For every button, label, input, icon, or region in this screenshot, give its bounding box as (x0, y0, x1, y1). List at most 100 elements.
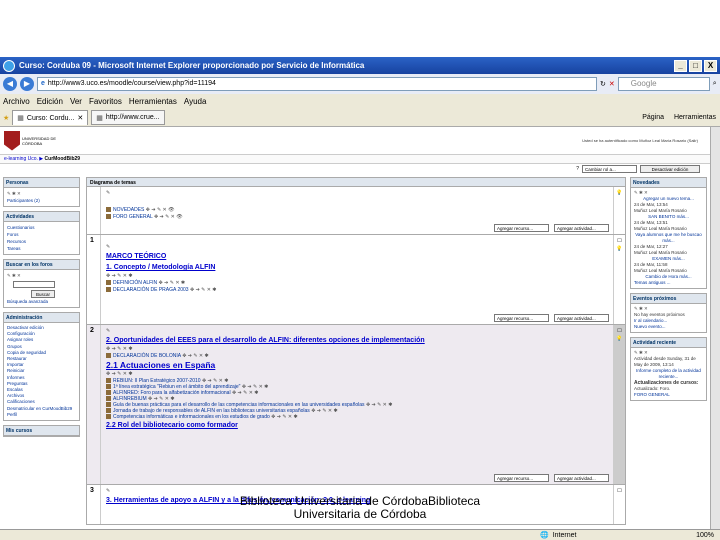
post-link[interactable]: Vaya alumnos que me he buscao más... (634, 232, 703, 244)
block-title: Actividad reciente (631, 338, 706, 348)
menu-herramientas[interactable]: Herramientas (129, 97, 177, 106)
admin-item[interactable]: Perfil (7, 412, 76, 418)
link-recursos[interactable]: Recursos (7, 238, 76, 245)
current-topic-icon[interactable]: ☐ (617, 328, 621, 334)
forum-link[interactable]: FORO GENERAL (634, 392, 703, 398)
forum-icon (106, 214, 111, 220)
older-topics-link[interactable]: Temas antiguos ... (634, 280, 703, 286)
breadcrumb-current: CurMoodBib29 (44, 156, 81, 162)
section-heading: 2. Oportunidades del EEES para el desarr… (106, 337, 425, 344)
menu-ayuda[interactable]: Ayuda (184, 97, 207, 106)
full-report-link[interactable]: Informe completo de la actividad recient… (634, 368, 703, 380)
window-title: Curso: Corduba 09 - Microsoft Internet E… (19, 61, 365, 70)
add-activity-select[interactable]: Agregar actividad... (554, 314, 609, 322)
section-subheading: 2.1 Actuaciones en España (106, 360, 216, 370)
new-event-link[interactable]: Nuevo evento... (634, 324, 703, 330)
logo-text: UNIVERSIDAD DE CÓRDOBA (22, 135, 57, 146)
tabs-bar: ★ ▦ Curso: Cordu... ✕ ▦ http://www.crue... … (0, 109, 720, 127)
block-novedades: Novedades ✎ ✱ ✕ Agregar un nuevo tema...… (630, 177, 707, 289)
admin-item[interactable]: Desmatricular en CurMoodBib29 (7, 406, 76, 412)
resource-link[interactable]: DEFINICIÓN ALFIN (113, 280, 157, 286)
section-number: 2 (87, 325, 101, 484)
close-button[interactable]: X (704, 59, 717, 72)
add-activity-select[interactable]: Agregar actividad... (554, 224, 609, 232)
url-input[interactable]: e http://www3.uco.es/moodle/course/view.p… (37, 77, 597, 91)
add-activity-select[interactable]: Agregar actividad... (554, 474, 609, 482)
menu-favoritos[interactable]: Favoritos (89, 97, 122, 106)
slide-top-margin (0, 0, 720, 57)
page-content: UNIVERSIDAD DE CÓRDOBA Usted se ha auten… (0, 127, 710, 529)
favorites-star-icon[interactable]: ★ (3, 114, 9, 122)
maximize-button[interactable]: □ (689, 59, 702, 72)
section-number: 3 (87, 485, 101, 524)
search-icon[interactable]: ⌕ (713, 80, 717, 88)
menu-bar: Archivo Edición Ver Favoritos Herramient… (0, 94, 720, 109)
tab-curso[interactable]: ▦ Curso: Cordu... ✕ (12, 110, 89, 125)
tab-close-icon[interactable]: ✕ (77, 114, 83, 122)
lightbulb-icon[interactable]: 💡 (616, 336, 622, 342)
breadcrumb-root[interactable]: e-learning Uco. (4, 156, 38, 162)
status-bar: 🌐 Internet 100% (0, 529, 720, 540)
add-resource-select[interactable]: Agregar recurso... (494, 224, 549, 232)
add-resource-select[interactable]: Agregar recurso... (494, 474, 549, 482)
edit-icon[interactable]: ✎ (106, 190, 608, 197)
forward-arrow-icon[interactable]: ▶ (20, 77, 34, 91)
block-buscar: Buscar en los foros ✎ ✱ ✕ Buscar Búsqued… (3, 259, 80, 308)
block-edit-icons[interactable]: ✎ ✱ ✕ (7, 272, 76, 279)
address-bar: ◀ ▶ e http://www3.uco.es/moodle/course/vi… (0, 74, 720, 94)
zoom-level[interactable]: 100% (696, 532, 720, 539)
menu-ver[interactable]: Ver (70, 97, 82, 106)
add-resource-select[interactable]: Agregar recurso... (494, 314, 549, 322)
block-personas: Personas ✎ ✱ ✕ Participantes (2) (3, 177, 80, 207)
section-heading: MARCO TEÓRICO (106, 253, 167, 260)
resource-link[interactable]: DECLARACIÓN DE PRAGA 2003 (113, 287, 189, 293)
topics-header: Diagrama de temas (86, 177, 626, 187)
resource-link[interactable]: NOVEDADES (113, 207, 144, 213)
vertical-scrollbar[interactable] (710, 127, 720, 529)
block-administracion: Administración Desactivar edición Config… (3, 312, 80, 422)
page-menu[interactable]: Página (642, 114, 664, 121)
university-logo-icon (4, 130, 20, 151)
login-info: Usted se ha autentificado como Muñoz Lea… (582, 138, 698, 143)
right-column: Novedades ✎ ✱ ✕ Agregar un nuevo tema...… (630, 177, 707, 405)
stop-icon[interactable]: ✕ (609, 80, 615, 88)
help-icon[interactable]: ? (576, 166, 579, 172)
block-title: Administración (4, 313, 79, 323)
forum-search-input[interactable] (13, 281, 55, 288)
lightbulb-icon[interactable]: 💡 (616, 190, 622, 196)
file-icon (106, 353, 111, 359)
tab-page-icon: ▦ (96, 114, 103, 122)
file-icon (106, 287, 111, 293)
minimize-button[interactable]: _ (674, 59, 687, 72)
select-box-icon[interactable]: ☐ (617, 488, 621, 494)
advanced-search-link[interactable]: Búsqueda avanzada (7, 298, 76, 305)
status-zone: Internet (552, 531, 577, 539)
role-select[interactable]: Cambiar rol a... (582, 165, 637, 173)
section-0: ✎ NOVEDADES ✥ ➔ ✎ ✕ 👁 FORO GENERAL ✥ ➔ ✎… (86, 187, 626, 235)
block-title: Personas (4, 178, 79, 188)
link-participantes[interactable]: Participantes (2) (7, 197, 76, 204)
search-input[interactable]: Google (617, 77, 710, 91)
section-1: 1 ✎ MARCO TEÓRICO 1. Concepto / Metodolo… (86, 235, 626, 325)
select-box-icon[interactable]: ☐ (617, 238, 621, 244)
tab-crue[interactable]: ▦ http://www.crue... (91, 110, 165, 125)
resource-link[interactable]: DECLARACIÓN DE BOLONIA (113, 353, 181, 359)
block-actividad-reciente: Actividad reciente ✎ ✱ ✕ Actividad desde… (630, 337, 707, 401)
menu-archivo[interactable]: Archivo (3, 97, 30, 106)
block-actividades: Actividades Cuestionarios Foros Recursos… (3, 211, 80, 255)
forum-search-button[interactable]: Buscar (31, 290, 55, 298)
refresh-icon[interactable]: ↻ (600, 80, 606, 88)
link-foros[interactable]: Foros (7, 231, 76, 238)
edit-toggle-button[interactable]: Desactivar edición (640, 165, 700, 173)
lightbulb-icon[interactable]: 💡 (616, 246, 622, 252)
tools-menu[interactable]: Herramientas (674, 114, 716, 121)
section-2: 2 ✎ 2. Oportunidades del EEES para el de… (86, 325, 626, 485)
menu-edicion[interactable]: Edición (37, 97, 63, 106)
ie-icon (3, 59, 15, 72)
link-cuestionarios[interactable]: Cuestionarios (7, 224, 76, 231)
link-tareas[interactable]: Tareas (7, 245, 76, 252)
block-title: Novedades (631, 178, 706, 188)
resource-link[interactable]: FORO GENERAL (113, 214, 153, 220)
block-edit-icons[interactable]: ✎ ✱ ✕ (7, 190, 76, 197)
back-arrow-icon[interactable]: ◀ (3, 77, 17, 91)
